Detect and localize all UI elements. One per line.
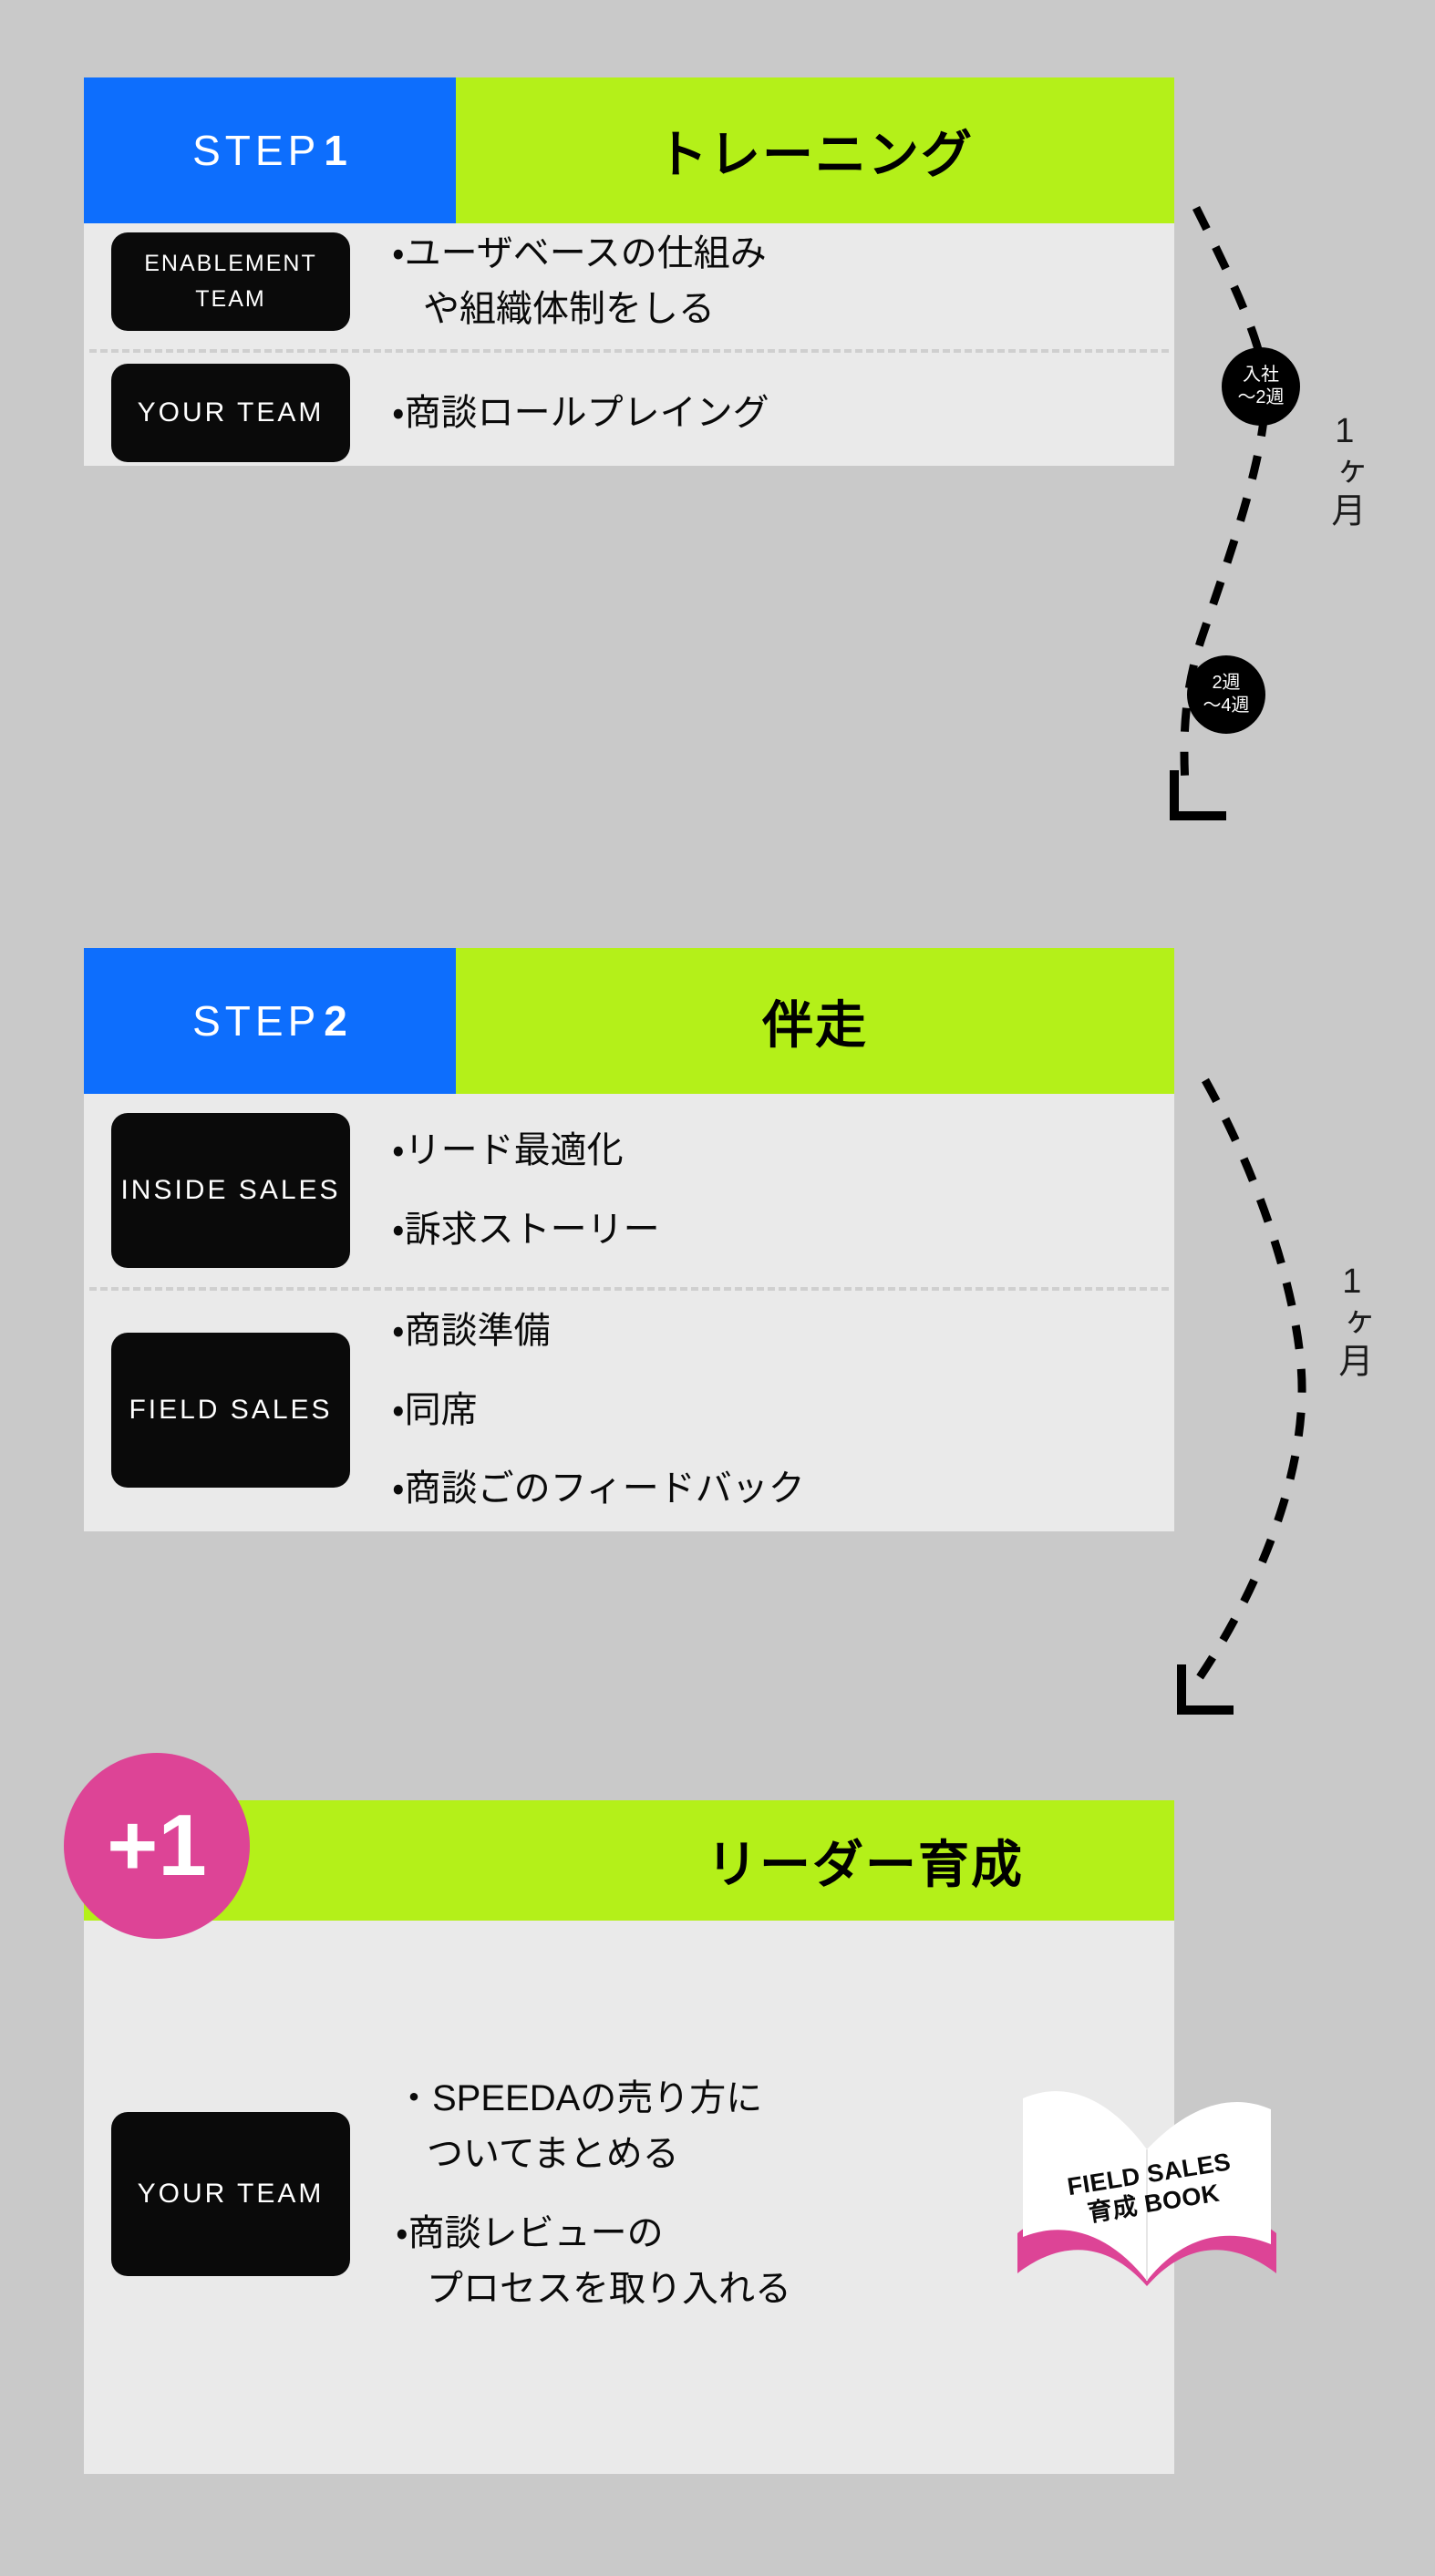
step-1-label: STEP bbox=[192, 126, 320, 175]
milestone-node-1: 入社 ～2週 bbox=[1222, 347, 1300, 426]
step-1-badge: STEP 1 bbox=[84, 77, 456, 223]
bullet-item: ・訴求ストーリー bbox=[392, 1202, 1174, 1258]
step-2-row-1-bullets: ・リード最適化 ・訴求ストーリー bbox=[350, 1123, 1174, 1258]
step-1-row-2-tag: YOUR TEAM bbox=[111, 364, 350, 462]
field-sales-book-illustration: FIELD SALES 育成 BOOK bbox=[1010, 2058, 1284, 2313]
step-2-duration-label: 1ヶ月 bbox=[1331, 1262, 1372, 1381]
step-2-header: STEP 2 伴走 bbox=[84, 948, 1174, 1094]
bullet-lead: ・商談レビューの bbox=[396, 2213, 664, 2253]
step-2-row-2-bullets: ・商談準備 ・同席 ・商談ごのフィードバック bbox=[350, 1303, 1174, 1517]
step-1-header: STEP 1 トレーニング bbox=[84, 77, 1174, 223]
step-1-row-1: ENABLEMENT TEAM ・ユーザベースの仕組みや組織体制をしる bbox=[84, 223, 1174, 340]
bullet-lead: ・SPEEDAの売り方に bbox=[396, 2078, 762, 2118]
bullet-item: ・商談ロールプレイング bbox=[392, 386, 1174, 441]
milestone-node-2-line2: ～4週 bbox=[1203, 695, 1249, 717]
step-1-arrowhead-icon bbox=[1174, 770, 1226, 816]
bullet-item: ・商談ごのフィードバック bbox=[392, 1461, 1174, 1517]
bullet-cont: や組織体制をしる bbox=[392, 282, 1174, 337]
step-2-badge: STEP 2 bbox=[84, 948, 456, 1094]
step-1-row-2: YOUR TEAM ・商談ロールプレイング bbox=[84, 356, 1174, 469]
step-2-card: STEP 2 伴走 INSIDE SALES ・リード最適化 ・訴求ストーリー … bbox=[84, 948, 1174, 1531]
milestone-node-2: 2週 ～4週 bbox=[1187, 655, 1265, 734]
milestone-node-1-line2: ～2週 bbox=[1237, 386, 1284, 409]
step-2-title: 伴走 bbox=[456, 948, 1174, 1094]
bullet-item: ・商談準備 bbox=[392, 1303, 1174, 1359]
step-2-arrowhead-icon bbox=[1182, 1664, 1234, 1710]
step-plus1-row-1-tag: YOUR TEAM bbox=[111, 2112, 350, 2276]
step-1-duration-label: 1ヶ月 bbox=[1324, 412, 1365, 531]
step-1-row-2-bullets: ・商談ロールプレイング bbox=[350, 386, 1174, 441]
milestone-node-2-line1: 2週 bbox=[1212, 672, 1240, 695]
step-2-number: 2 bbox=[324, 996, 347, 1046]
step-1-number: 1 bbox=[324, 126, 347, 175]
step-plus1-header: +1 リーダー育成 bbox=[84, 1800, 1174, 1921]
step-2-row-1-tag: INSIDE SALES bbox=[111, 1113, 350, 1268]
diagram-canvas: STEP 1 トレーニング ENABLEMENT TEAM ・ユーザベースの仕組… bbox=[0, 0, 1435, 2576]
step-2-label: STEP bbox=[192, 996, 320, 1046]
step-2-row-2: FIELD SALES ・商談準備 ・同席 ・商談ごのフィードバック bbox=[84, 1291, 1174, 1530]
step-2-row-1: INSIDE SALES ・リード最適化 ・訴求ストーリー bbox=[84, 1094, 1174, 1287]
step-plus1-title: リーダー育成 bbox=[456, 1800, 1174, 1921]
book-icon bbox=[1010, 2058, 1284, 2313]
step-2-row-2-tag: FIELD SALES bbox=[111, 1333, 350, 1488]
milestone-node-1-line1: 入社 bbox=[1243, 364, 1279, 386]
step-1-divider bbox=[89, 349, 1169, 353]
bullet-item: ・リード最適化 bbox=[392, 1123, 1174, 1179]
plus-one-badge: +1 bbox=[64, 1753, 250, 1939]
step-1-row-1-bullets: ・ユーザベースの仕組みや組織体制をしる bbox=[350, 226, 1174, 337]
step-1-title: トレーニング bbox=[456, 77, 1174, 223]
step-1-row-1-tag: ENABLEMENT TEAM bbox=[111, 232, 350, 331]
bullet-lead: ・ユーザベースの仕組み bbox=[392, 233, 767, 273]
step-1-card: STEP 1 トレーニング ENABLEMENT TEAM ・ユーザベースの仕組… bbox=[84, 77, 1174, 466]
step-2-timeline-path bbox=[1200, 1080, 1302, 1677]
bullet-item: ・ユーザベースの仕組みや組織体制をしる bbox=[392, 226, 1174, 337]
bullet-item: ・同席 bbox=[392, 1383, 1174, 1438]
